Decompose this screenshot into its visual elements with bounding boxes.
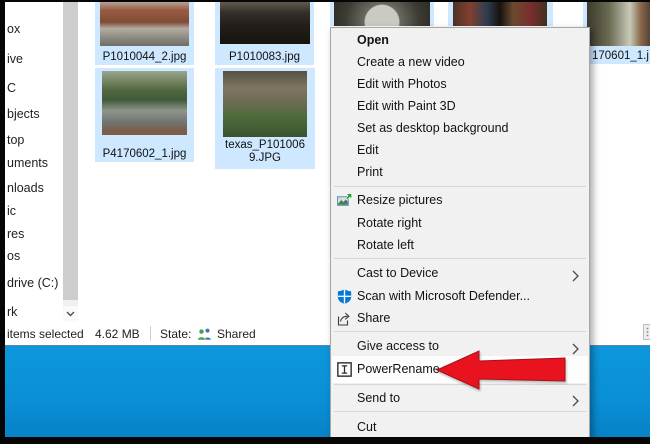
sidebar-item-documents[interactable]: uments [7,156,48,170]
menu-item-cast-to-device[interactable]: Cast to Device [332,262,588,284]
powerrename-icon [337,362,352,377]
menu-item-label: Cut [357,420,377,434]
thumbnail-image [223,71,307,137]
navigation-pane: ox ive C bjects top uments nloads ic res… [5,0,63,322]
menu-item-set-as-desktop-background[interactable]: Set as desktop background [332,117,588,139]
thumbnail-image [334,0,430,26]
crop-border-top [0,0,650,2]
thumbnail-image [453,0,547,26]
menu-separator [334,258,586,259]
status-state-value: Shared [217,327,256,341]
status-divider [150,326,151,341]
menu-item-label: Resize pictures [357,193,443,207]
crop-border-bottom [0,437,650,444]
menu-item-scan-with-defender[interactable]: Scan with Microsoft Defender... [332,285,588,307]
filename-label: P1010044_2.jpg [102,51,187,63]
menu-item-cut[interactable]: Cut [332,416,588,438]
file-tile[interactable]: P4170602_1.jpg [95,68,194,162]
menu-item-label: Rotate left [357,238,414,252]
menu-item-rotate-right[interactable]: Rotate right [332,212,588,234]
menu-separator [334,331,586,332]
sidebar-item-drive[interactable]: ive [7,52,23,66]
sidebar-item-local-disk-c[interactable]: drive (C:) [7,276,58,290]
grip-dots-icon [646,327,649,337]
menu-item-label: PowerRename [357,362,440,376]
file-tile[interactable]: 170601_1.j [583,0,650,64]
menu-item-share[interactable]: Share [332,307,588,329]
sidebar-item-downloads[interactable]: nloads [7,181,44,195]
microsoft-defender-icon [337,289,352,304]
menu-item-label: Set as desktop background [357,121,509,135]
filename-label: 170601_1.j [592,50,649,62]
file-tile[interactable]: P1010083.jpg [215,0,314,65]
menu-item-resize-pictures[interactable]: Resize pictures [332,189,588,211]
menu-separator [334,411,586,412]
filename-label: P4170602_1.jpg [102,148,187,160]
sidebar-item-3d-objects[interactable]: bjects [7,107,40,121]
menu-item-label: Give access to [357,339,439,353]
file-tile[interactable] [330,0,434,26]
menu-item-label: Send to [357,391,401,405]
thumbnail-image [102,71,187,135]
menu-item-label: Share [357,311,391,325]
menu-item-open[interactable]: Open [332,29,588,51]
file-tile[interactable] [448,0,553,26]
sidebar-item-pictures[interactable]: res [7,227,24,241]
thumbnail-image [587,0,650,46]
sidebar-scrollbar-thumb[interactable] [63,0,78,300]
menu-item-label: Cast to Device [357,266,439,280]
sidebar-item-desktop[interactable]: top [7,133,24,147]
menu-item-label: Edit with Paint 3D [357,99,456,113]
file-tile[interactable]: P1010044_2.jpg [95,0,194,65]
menu-item-label: Create a new video [357,55,465,69]
status-state-label: State: [160,327,192,341]
menu-item-print[interactable]: Print [332,161,588,183]
annotation-arrow [435,350,566,390]
file-tile[interactable]: texas_P1010069.JPG [215,68,315,169]
sidebar-scroll-down-button[interactable] [63,306,78,322]
status-size-text: 4.62 MB [95,327,140,341]
filename-label: P1010083.jpg [229,51,300,63]
menu-item-edit-with-photos[interactable]: Edit with Photos [332,73,588,95]
thumbnail-image [220,0,310,44]
shared-people-icon [196,327,213,345]
crop-border-left [0,0,5,444]
share-icon [337,311,352,326]
menu-item-create-new-video[interactable]: Create a new video [332,51,588,73]
sidebar-item-this-pc[interactable]: C [7,81,16,95]
status-selection-text: items selected [7,327,84,341]
menu-item-label: Scan with Microsoft Defender... [357,289,530,303]
sidebar-item-videos[interactable]: os [7,249,20,263]
menu-item-edit[interactable]: Edit [332,139,588,161]
sidebar-item-box[interactable]: ox [7,22,20,36]
sidebar-item-network[interactable]: rk [7,305,17,319]
menu-item-label: Rotate right [357,216,422,230]
thumbnail-image [100,0,189,46]
menu-item-label: Edit with Photos [357,77,447,91]
menu-item-label: Print [357,165,383,179]
menu-separator [334,186,586,187]
menu-item-label: Open [357,33,389,47]
screenshot-root: ox ive C bjects top uments nloads ic res… [0,0,650,444]
menu-item-edit-with-paint3d[interactable]: Edit with Paint 3D [332,95,588,117]
sidebar-item-music[interactable]: ic [7,204,16,218]
filename-label: texas_P1010069.JPG [225,139,305,164]
resize-pictures-icon [337,193,352,208]
chevron-down-icon [66,311,75,317]
file-scrollbar-fragment[interactable] [643,324,650,340]
menu-item-label: Edit [357,143,379,157]
menu-item-rotate-left[interactable]: Rotate left [332,234,588,256]
sidebar-scrollbar[interactable] [63,0,78,322]
